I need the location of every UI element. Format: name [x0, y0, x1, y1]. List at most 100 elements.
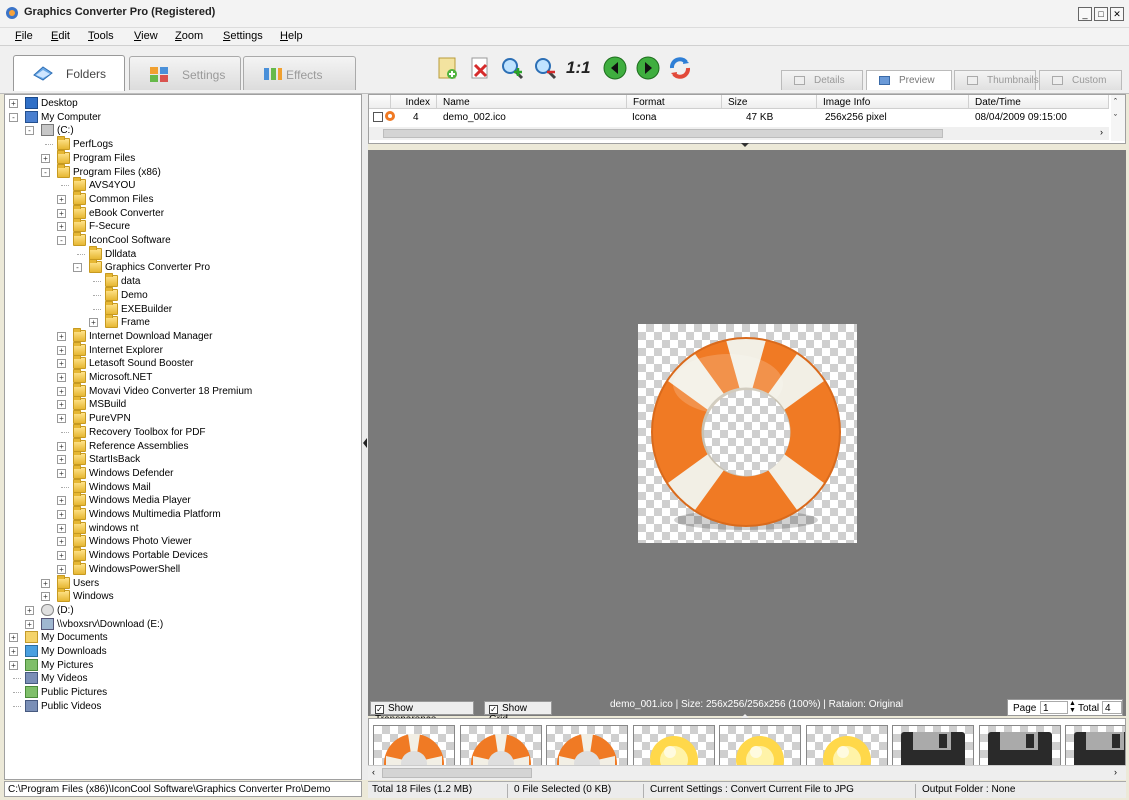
expand-icon[interactable]: + [57, 455, 66, 465]
expand-icon[interactable]: + [57, 537, 66, 547]
collapse-icon[interactable]: - [41, 167, 50, 177]
row-checkbox[interactable] [373, 112, 383, 122]
scroll-up-icon[interactable]: ˆ [1114, 97, 1117, 107]
minimize-button[interactable]: _ [1078, 7, 1092, 21]
expand-icon[interactable]: + [25, 619, 34, 629]
tree-item[interactable]: + Desktop [5, 97, 355, 110]
maximize-button[interactable]: □ [1094, 7, 1108, 21]
menu-tools[interactable]: Tools [88, 30, 114, 42]
list-collapse-icon[interactable] [741, 143, 749, 147]
list-vscrollbar[interactable]: ˆ ˇ [1111, 95, 1125, 141]
tree-item[interactable]: + \\vboxsrv\Download (E:) [5, 617, 355, 631]
tree-item[interactable]: + windows nt [5, 519, 355, 535]
tree-item[interactable]: + (D:) [5, 603, 355, 617]
tree-item[interactable]: - My Computer [5, 110, 355, 124]
tree-item[interactable]: + Movavi Video Converter 18 Premium [5, 382, 355, 398]
refresh-icon[interactable] [666, 54, 694, 82]
tree-item[interactable]: + F-Secure [5, 218, 355, 233]
scroll-right-icon[interactable]: › [1114, 767, 1117, 777]
collapse-icon[interactable]: - [25, 126, 34, 136]
menu-view[interactable]: View [134, 30, 158, 42]
tree-item[interactable]: EXEBuilder [5, 300, 355, 316]
expand-icon[interactable]: + [57, 222, 66, 232]
tree-item[interactable]: data [5, 273, 355, 288]
tree-item[interactable]: + Frame [5, 314, 355, 329]
tree-item[interactable]: Recovery Toolbox for PDF [5, 423, 355, 439]
tree-item[interactable]: + MSBuild [5, 396, 355, 411]
delete-icon[interactable] [466, 54, 494, 82]
column-header-check[interactable] [369, 95, 391, 109]
scroll-right-icon[interactable]: › [1100, 127, 1103, 137]
tree-item[interactable]: + eBook Converter [5, 204, 355, 220]
menu-edit[interactable]: Edit [51, 30, 70, 42]
list-hscroll-thumb[interactable] [383, 129, 943, 138]
tree-item[interactable]: - IconCool Software [5, 232, 355, 247]
expand-icon[interactable]: + [57, 194, 66, 204]
tree-item[interactable]: + My Pictures [5, 658, 355, 672]
show-grid-checkbox[interactable]: ✓Show Grid [484, 701, 552, 725]
folder-tree[interactable]: + Desktop - My Computer - (C:) PerfLogs + Progra… [4, 94, 362, 780]
expand-icon[interactable]: + [41, 592, 50, 602]
expand-icon[interactable]: + [57, 510, 66, 519]
scroll-left-icon[interactable]: ‹ [372, 767, 375, 777]
column-header-format[interactable]: Format [627, 95, 722, 109]
expand-icon[interactable]: + [9, 660, 18, 670]
tree-item[interactable]: + Windows Defender [5, 464, 355, 480]
tree-item[interactable]: + Windows Media Player [5, 492, 355, 507]
expand-icon[interactable]: + [57, 359, 66, 369]
expand-icon[interactable]: + [57, 523, 66, 533]
expand-icon[interactable]: + [9, 633, 18, 643]
expand-icon[interactable]: + [57, 208, 66, 218]
expand-icon[interactable]: + [57, 564, 66, 574]
expand-icon[interactable]: + [57, 386, 66, 396]
close-button[interactable]: ✕ [1110, 7, 1124, 21]
expand-icon[interactable]: + [57, 331, 66, 341]
tab-thumbnails[interactable]: Thumbnails [954, 70, 1039, 90]
tree-item[interactable]: + Common Files [5, 190, 355, 206]
expand-icon[interactable]: + [57, 414, 66, 424]
scroll-down-icon[interactable]: ˇ [1114, 113, 1117, 123]
tree-item[interactable]: + PureVPN [5, 410, 355, 425]
expand-icon[interactable]: + [57, 551, 66, 561]
tree-item[interactable]: + Microsoft.NET [5, 369, 355, 384]
expand-icon[interactable]: + [41, 578, 50, 588]
tab-folders[interactable]: Folders [13, 55, 125, 91]
expand-icon[interactable]: + [57, 400, 66, 410]
tree-item[interactable]: + Windows Photo Viewer [5, 533, 355, 548]
expand-icon[interactable]: + [57, 496, 66, 506]
tree-item[interactable]: + StartIsBack [5, 451, 355, 466]
tree-item[interactable]: + Reference Assemblies [5, 437, 355, 453]
tab-settings[interactable]: Settings [129, 56, 241, 90]
collapse-icon[interactable]: - [57, 236, 66, 245]
thumb-scroll-handle[interactable] [382, 768, 532, 778]
collapse-icon[interactable]: - [73, 263, 82, 273]
tree-item[interactable]: + Windows Portable Devices [5, 547, 355, 562]
tab-preview[interactable]: Preview [866, 70, 952, 90]
zoom-in-icon[interactable] [498, 54, 526, 82]
tree-item[interactable]: + Letasoft Sound Booster [5, 355, 355, 370]
tree-item[interactable]: Public Videos [5, 699, 355, 713]
zoom-out-icon[interactable] [531, 54, 559, 82]
next-icon[interactable] [634, 54, 662, 82]
expand-icon[interactable]: + [57, 441, 66, 451]
list-hscrollbar[interactable]: › [369, 127, 1109, 140]
collapse-icon[interactable]: - [9, 112, 18, 122]
tree-item[interactable]: Windows Mail [5, 478, 355, 494]
tree-item[interactable]: + Internet Download Manager [5, 327, 355, 343]
column-header-size[interactable]: Size [722, 95, 817, 109]
tree-item[interactable]: AVS4YOU [5, 177, 355, 192]
page-input[interactable]: 1 [1040, 701, 1068, 714]
page-spinner[interactable]: ▲ ▼ [1069, 700, 1078, 715]
tree-item[interactable]: + Program Files [5, 149, 355, 165]
tree-item[interactable]: + Windows [5, 588, 355, 603]
column-header-name[interactable]: Name [437, 95, 627, 109]
tree-item[interactable]: Dlldata [5, 245, 355, 261]
tab-effects[interactable]: Effects [243, 56, 356, 90]
expand-icon[interactable]: + [41, 153, 50, 163]
expand-icon[interactable]: + [9, 99, 18, 108]
previous-icon[interactable] [601, 54, 629, 82]
menu-settings[interactable]: Settings [223, 30, 263, 42]
tree-item[interactable]: + Internet Explorer [5, 341, 355, 357]
actual-size-icon[interactable]: 1:1 [566, 54, 594, 82]
tree-item[interactable]: + My Documents [5, 631, 355, 644]
